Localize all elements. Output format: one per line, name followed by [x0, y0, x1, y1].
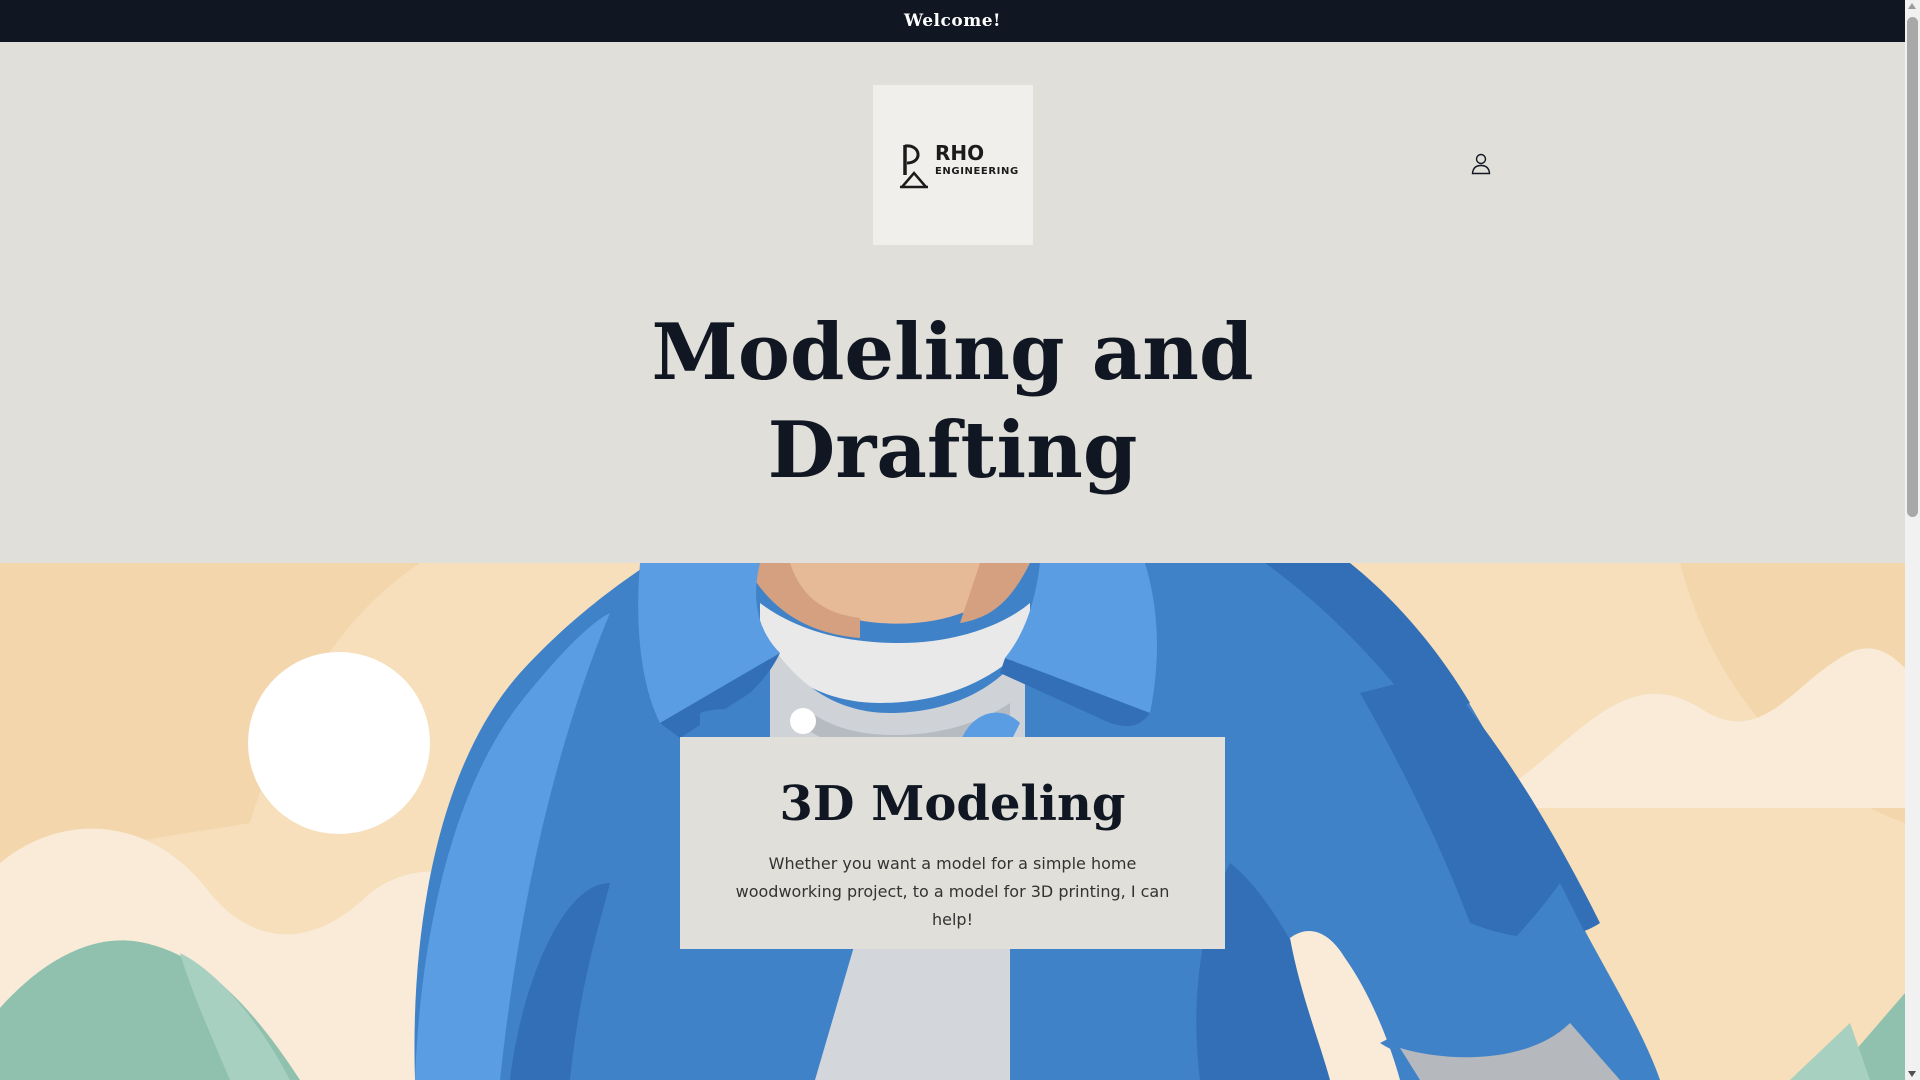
feature-card: 3D Modeling Whether you want a model for…: [680, 737, 1225, 949]
user-account-icon: [1471, 153, 1491, 175]
page-title-line-1: Modeling and: [651, 307, 1254, 398]
announcement-text: Welcome!: [904, 11, 1001, 31]
site-logo[interactable]: RHO ENGINEERING: [873, 85, 1033, 245]
feature-card-text: Whether you want a model for a simple ho…: [735, 854, 1170, 929]
scroll-up-arrow-icon[interactable]: [1908, 3, 1916, 9]
logo-text-engineering: ENGINEERING: [935, 166, 1019, 177]
scrollbar-thumb[interactable]: [1907, 17, 1918, 517]
page-title: Modeling and Drafting: [0, 304, 1905, 500]
account-button[interactable]: [1466, 149, 1496, 179]
logo-text-rho: RHO: [935, 141, 985, 165]
feature-card-title: 3D Modeling: [779, 776, 1126, 832]
scroll-down-arrow-icon[interactable]: [1908, 1071, 1916, 1077]
announcement-bar: Welcome!: [0, 0, 1905, 42]
site-header: RHO ENGINEERING Modeling and Drafting: [0, 42, 1905, 563]
rho-logo-icon: [900, 144, 928, 189]
page-title-line-2: Drafting: [767, 405, 1138, 496]
page-scrollbar[interactable]: [1905, 0, 1920, 1080]
